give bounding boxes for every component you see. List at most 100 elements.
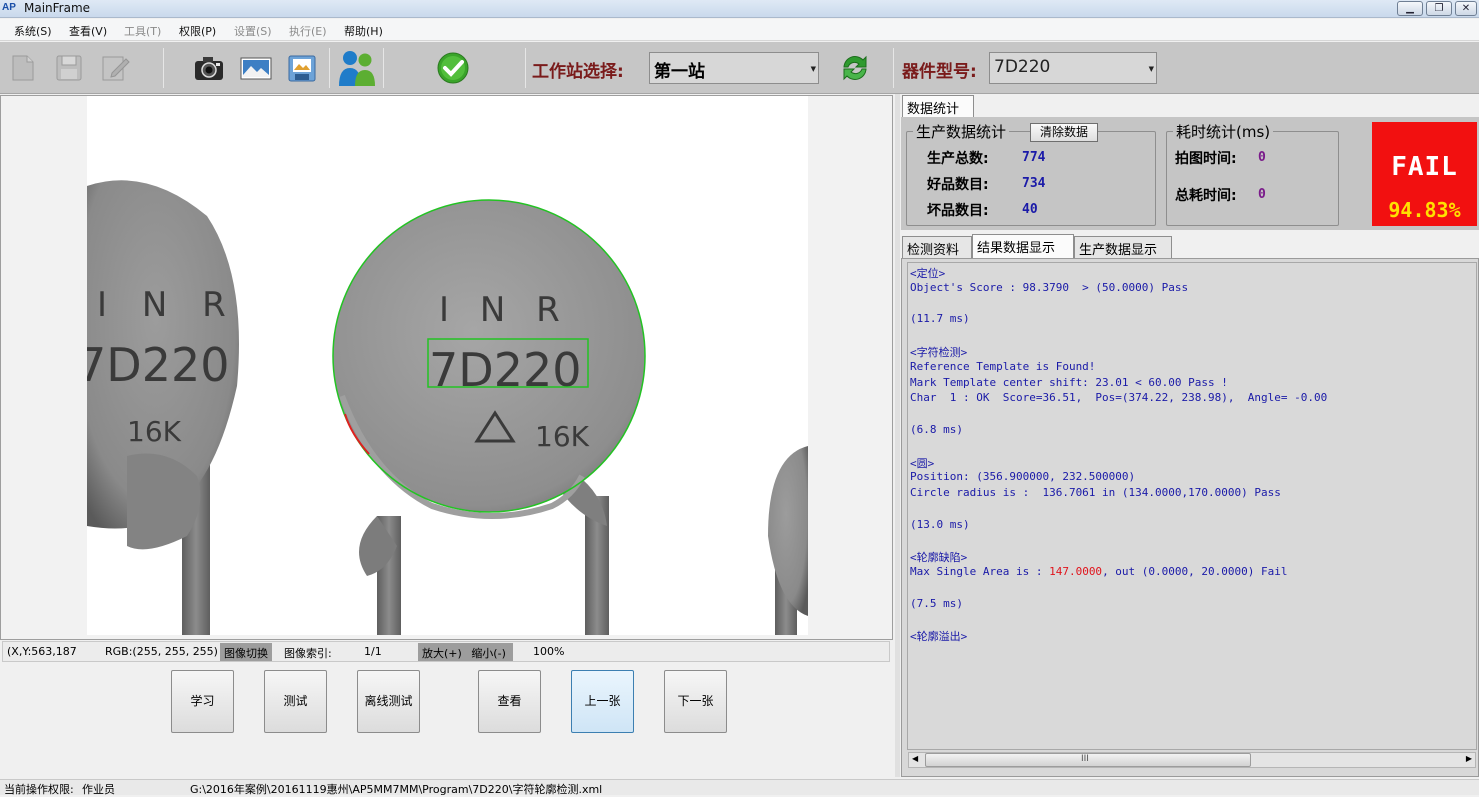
scrollbar-thumb[interactable]: III <box>925 753 1251 767</box>
menu-help[interactable]: 帮助(H) <box>344 23 383 39</box>
inspection-image[interactable]: I N R 7D220 16K I N R 7D220 16K <box>87 96 808 635</box>
title-bar[interactable]: AP MainFrame ▁ ❐ ✕ <box>0 0 1479 18</box>
image-icon[interactable] <box>239 51 273 85</box>
timing-stats-title: 耗时统计(ms) <box>1173 121 1274 142</box>
next-image-button[interactable]: 下一张 <box>664 670 727 733</box>
total-count-label: 生产总数: <box>927 151 989 167</box>
refresh-icon[interactable] <box>838 51 872 85</box>
cursor-coords: (X,Y:563,187 <box>7 645 77 658</box>
zoom-in-button[interactable]: 放大(+) <box>422 647 462 660</box>
log-line: Reference Template is Found! <box>910 359 1096 373</box>
part-model-label: 器件型号: <box>902 62 977 82</box>
app-logo-icon: AP <box>2 2 16 13</box>
left-part-marking-3: 16K <box>127 415 182 448</box>
toolbar-separator <box>163 48 164 88</box>
good-count-value: 734 <box>1022 176 1046 191</box>
log-line: Position: (356.900000, 232.500000) <box>910 470 1136 484</box>
log-line: <轮廓溢出> <box>910 630 968 644</box>
users-icon[interactable] <box>337 48 377 88</box>
edit-icon[interactable] <box>98 51 132 85</box>
zoom-out-button[interactable]: 缩小(-) <box>471 647 506 660</box>
image-switch-button[interactable]: 图像切换 <box>220 643 272 661</box>
menu-permission[interactable]: 权限(P) <box>179 23 216 39</box>
log-line: (11.7 ms) <box>910 312 970 326</box>
tab-production-display[interactable]: 生产数据显示 <box>1074 236 1172 258</box>
menu-settings[interactable]: 设置(S) <box>234 23 272 39</box>
status-bar: 当前操作权限: 作业员 G:\2016年案例\20161119惠州\AP5MM7… <box>0 779 1479 796</box>
total-time-label: 总耗时间: <box>1175 188 1237 204</box>
toolbar-separator <box>525 48 526 88</box>
station-select-value: 第一站 <box>654 62 705 82</box>
menu-system[interactable]: 系统(S) <box>14 23 52 39</box>
result-log[interactable]: <定位> Object's Score : 98.3790 > (50.0000… <box>907 262 1477 750</box>
bad-count-label: 坏品数目: <box>927 203 989 219</box>
image-index-label: 图像索引: <box>284 647 332 660</box>
left-part-marking-1: I N R <box>97 285 238 325</box>
image-index-value: 1/1 <box>364 645 382 658</box>
capture-time-value: 0 <box>1258 150 1266 165</box>
log-defect-line: Max Single Area is : 147.0000, out (0.00… <box>910 565 1476 581</box>
yield-percentage: 94.83% <box>1388 198 1461 222</box>
station-label: 工作站选择: <box>532 62 624 82</box>
tab-result-display[interactable]: 结果数据显示 <box>972 234 1074 258</box>
camera-icon[interactable] <box>192 51 226 85</box>
right-component <box>768 446 808 635</box>
restore-button[interactable]: ❐ <box>1426 1 1452 16</box>
log-line: (13.0 ms) <box>910 517 970 531</box>
view-button[interactable]: 查看 <box>478 670 541 733</box>
new-file-icon[interactable] <box>6 51 40 85</box>
good-count-label: 好品数目: <box>927 177 989 193</box>
menu-execute[interactable]: 执行(E) <box>289 23 327 39</box>
log-defect-prefix: Max Single Area is : <box>910 565 1050 579</box>
menu-bar: 系统(S) 查看(V) 工具(T) 权限(P) 设置(S) 执行(E) 帮助(H… <box>0 19 1479 41</box>
left-component <box>87 180 239 635</box>
scroll-right-icon[interactable]: ▶ <box>1466 754 1472 763</box>
toolbar: 工作站选择: 第一站 ▼ 器件型号: 7D220 ▼ <box>0 42 1479 94</box>
log-line: Object's Score : 98.3790 > (50.0000) Pas… <box>910 280 1189 294</box>
previous-image-button[interactable]: 上一张 <box>571 670 634 733</box>
timing-stats-group <box>1166 131 1339 226</box>
zoom-level: 100% <box>533 645 565 658</box>
grip-icon: III <box>1081 754 1089 764</box>
log-defect-value: 147.0000 <box>1049 565 1103 579</box>
capture-time-label: 拍图时间: <box>1175 151 1237 167</box>
zoom-controls: 放大(+) 缩小(-) <box>418 643 513 661</box>
offline-test-button[interactable]: 离线测试 <box>357 670 420 733</box>
learn-button[interactable]: 学习 <box>171 670 234 733</box>
tab-inspection-info[interactable]: 检测资料 <box>902 236 972 258</box>
save-icon[interactable] <box>52 51 86 85</box>
pixel-rgb: RGB:(255, 255, 255) <box>105 645 218 658</box>
log-line: <圆> <box>910 456 935 470</box>
log-line: <定位> <box>910 267 946 280</box>
log-line: Char 1 : OK Score=36.51, Pos=(374.22, 23… <box>910 391 1328 405</box>
station-select[interactable]: 第一站 ▼ <box>649 52 819 84</box>
chevron-down-icon: ▼ <box>1148 65 1154 73</box>
tab-data-statistics[interactable]: 数据统计 <box>902 95 974 117</box>
save-image-icon[interactable] <box>285 51 319 85</box>
close-button[interactable]: ✕ <box>1455 1 1477 16</box>
minimize-button[interactable]: ▁ <box>1397 1 1423 16</box>
clear-data-button[interactable]: 清除数据 <box>1030 123 1098 142</box>
window-title: MainFrame <box>24 1 91 15</box>
toolbar-separator <box>383 48 384 88</box>
result-status-text: FAIL <box>1391 152 1458 182</box>
panel-splitter[interactable] <box>895 94 900 777</box>
image-status-bar: (X,Y:563,187 RGB:(255, 255, 255) 图像切换 图像… <box>2 641 890 662</box>
scroll-left-icon[interactable]: ◀ <box>912 754 918 763</box>
menu-tools[interactable]: 工具(T) <box>124 23 161 39</box>
test-button[interactable]: 测试 <box>264 670 327 733</box>
toolbar-separator <box>893 48 894 88</box>
left-part-marking-2: 7D220 <box>87 338 230 392</box>
inspection-image-canvas: I N R 7D220 16K I N R 7D220 16K <box>87 180 808 635</box>
menu-view[interactable]: 查看(V) <box>69 23 107 39</box>
chevron-down-icon: ▼ <box>810 65 816 73</box>
part-model-select[interactable]: 7D220 ▼ <box>989 52 1157 84</box>
confirm-check-icon[interactable] <box>436 51 470 85</box>
center-part-marking-2: 7D220 <box>429 343 582 397</box>
